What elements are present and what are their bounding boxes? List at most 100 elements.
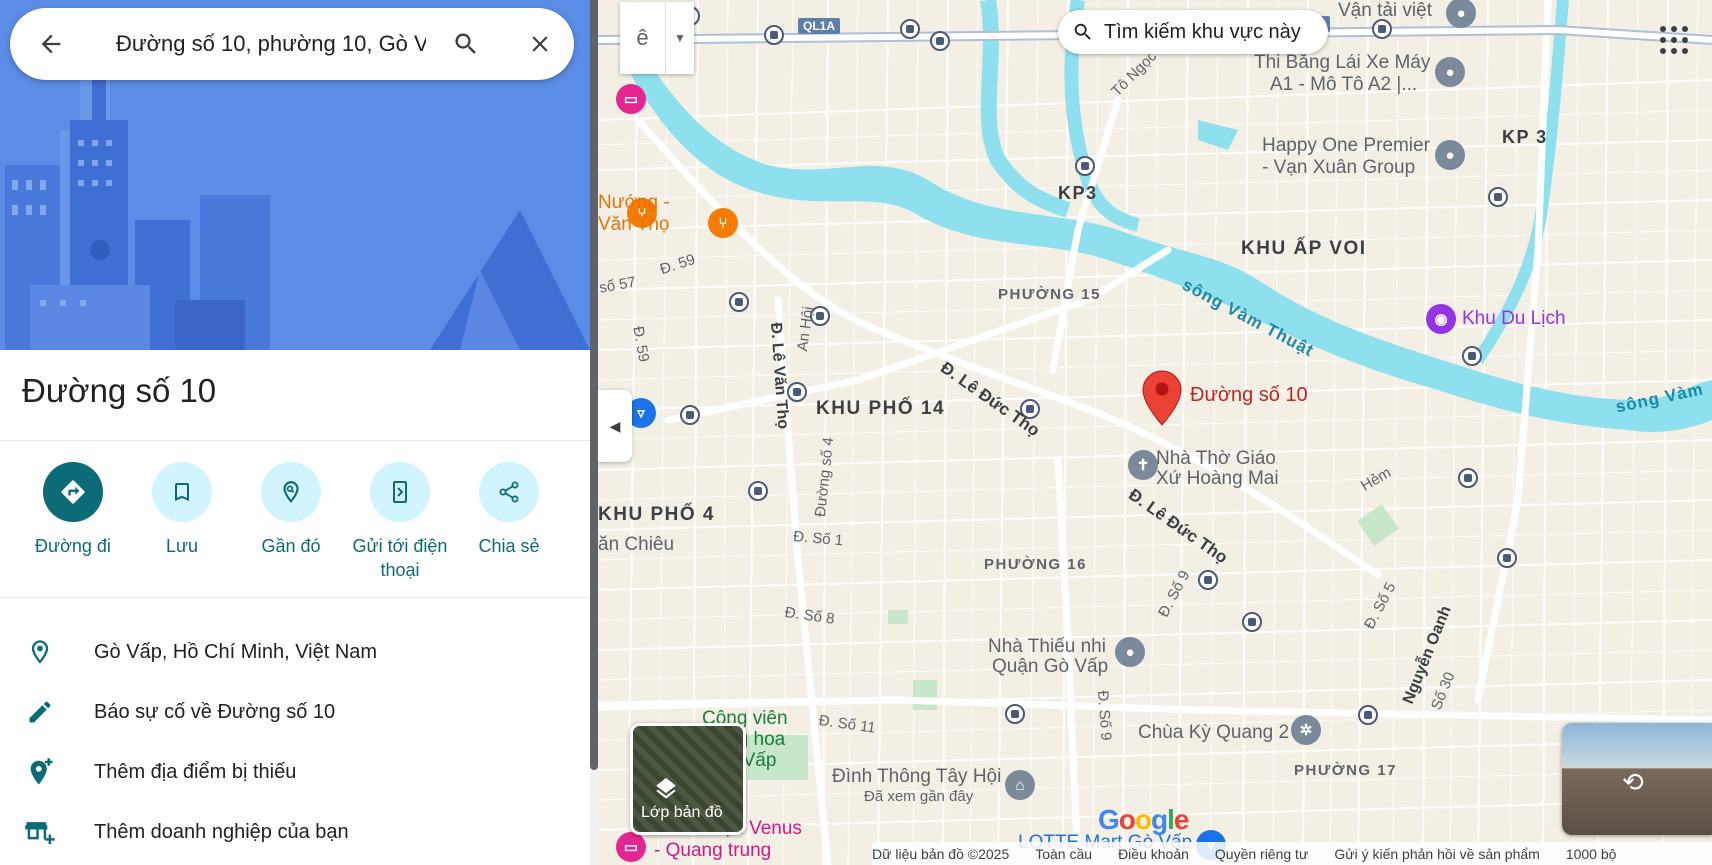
map-label: Nhà Thờ Giáo bbox=[1156, 448, 1276, 469]
send-to-phone-button[interactable]: Gửi tới điện thoại bbox=[345, 462, 455, 582]
add-business-row[interactable]: Thêm doanh nghiệp của bạn bbox=[0, 802, 590, 862]
map-label: ăn Chiêu bbox=[598, 534, 675, 555]
search-input[interactable] bbox=[116, 31, 426, 57]
bus-stop-icon[interactable] bbox=[748, 481, 768, 501]
directions-button[interactable]: Đường đi bbox=[18, 462, 128, 558]
nearby-icon bbox=[261, 462, 321, 522]
highway-shield: QL1A bbox=[798, 18, 841, 34]
scale-bar[interactable]: 1000 bộ bbox=[1566, 846, 1617, 862]
back-arrow-icon[interactable] bbox=[30, 23, 72, 65]
map-label: Chùa Kỳ Quang 2 bbox=[1138, 722, 1290, 743]
bus-stop-icon[interactable] bbox=[729, 292, 749, 312]
map-label: A1 - Mô Tô A2 |... bbox=[1270, 74, 1418, 95]
add-business-text: Thêm doanh nghiệp của bạn bbox=[94, 820, 349, 843]
bus-stop-icon[interactable] bbox=[930, 31, 950, 51]
bus-stop-icon[interactable] bbox=[1358, 705, 1378, 725]
map-label: Đã xem gần đây bbox=[864, 788, 974, 805]
search-icon bbox=[1074, 23, 1091, 40]
report-issue-text: Báo sự cố về Đường số 10 bbox=[94, 700, 336, 723]
bus-stop-icon[interactable] bbox=[1198, 570, 1218, 590]
google-maps-app: Đường số 10 Đường đi Lưu Gần đó Gửi tớ bbox=[0, 0, 1712, 865]
save-button[interactable]: Lưu bbox=[127, 462, 237, 558]
map-label: Happy One Premier bbox=[1262, 135, 1430, 156]
map-label: KP3 bbox=[1058, 183, 1098, 203]
add-missing-place-text: Thêm địa điểm bị thiếu bbox=[94, 760, 297, 783]
bus-stop-icon[interactable] bbox=[680, 405, 700, 425]
action-label: Chia sẻ bbox=[478, 536, 540, 556]
place-panel: Đường số 10 Đường đi Lưu Gần đó Gửi tớ bbox=[0, 0, 590, 865]
global-link[interactable]: Toàn cầu bbox=[1035, 846, 1092, 862]
map-label: Nướng - bbox=[598, 192, 670, 213]
landmark-icon[interactable]: ⌂ bbox=[1005, 770, 1035, 800]
map-label: Xứ Hoàng Mai bbox=[1156, 468, 1279, 489]
address-row[interactable]: Gò Vấp, Hồ Chí Minh, Việt Nam bbox=[0, 622, 590, 682]
layers-button[interactable]: Lớp bản đồ bbox=[630, 723, 746, 835]
bus-stop-icon[interactable] bbox=[1488, 187, 1508, 207]
layers-label: Lớp bản đồ bbox=[641, 804, 723, 821]
nearby-button[interactable]: Gần đó bbox=[236, 462, 346, 558]
privacy-link[interactable]: Quyền riêng tư bbox=[1215, 846, 1308, 862]
pin-marker-icon bbox=[1142, 370, 1182, 426]
close-icon[interactable] bbox=[518, 22, 562, 66]
place-title: Đường số 10 bbox=[22, 372, 217, 409]
chevron-left-icon: ◀ bbox=[609, 417, 621, 434]
tourist-attraction-icon[interactable]: ◉ bbox=[1426, 304, 1456, 334]
feedback-link[interactable]: Gửi ý kiến phản hồi về sản phẩm bbox=[1334, 846, 1540, 862]
map-label: PHƯỜNG 16 bbox=[984, 556, 1087, 573]
send-to-phone-icon bbox=[370, 462, 430, 522]
bus-stop-icon[interactable] bbox=[900, 19, 920, 39]
place-icon[interactable]: ● bbox=[1115, 637, 1145, 667]
bus-stop-icon[interactable] bbox=[1497, 548, 1517, 568]
map-canvas[interactable]: QL1A QL1A ▭ ⑂ ⑂ ▿ ✝ ● ✲ ⌂ ◉ ● bbox=[598, 0, 1712, 865]
directions-icon bbox=[43, 462, 103, 522]
scrollbar-thumb[interactable] bbox=[590, 0, 598, 770]
bus-stop-icon[interactable] bbox=[1458, 468, 1478, 488]
share-button[interactable]: Chia sẻ bbox=[454, 462, 564, 558]
temple-icon[interactable]: ✲ bbox=[1291, 715, 1321, 745]
divider bbox=[0, 597, 590, 598]
apps-grid-icon[interactable] bbox=[1654, 20, 1694, 60]
add-business-icon bbox=[0, 817, 80, 847]
search-box[interactable] bbox=[10, 8, 574, 80]
map-label: KHU PHỐ 4 bbox=[598, 504, 715, 525]
place-icon[interactable]: ● bbox=[1435, 57, 1465, 87]
report-issue-row[interactable]: Báo sự cố về Đường số 10 bbox=[0, 682, 590, 742]
hotel-icon[interactable]: ▭ bbox=[616, 832, 646, 862]
bus-stop-icon[interactable] bbox=[764, 25, 784, 45]
divider bbox=[0, 440, 590, 441]
search-icon[interactable] bbox=[444, 22, 488, 66]
tilt-button[interactable]: ê bbox=[620, 2, 666, 74]
map-label: KHU PHỐ 14 bbox=[816, 398, 946, 419]
map-data-credit: Dữ liệu bản đồ ©2025 bbox=[872, 845, 1010, 862]
map-label: - Quang trung bbox=[654, 840, 772, 861]
bus-stop-icon[interactable] bbox=[1372, 19, 1392, 39]
map-label: Nhà Thiếu nhi bbox=[988, 636, 1106, 657]
action-label: Lưu bbox=[165, 536, 199, 556]
search-this-area-button[interactable]: Tìm kiếm khu vực này bbox=[1058, 10, 1328, 54]
map-label: KHU ẤP VOI bbox=[1241, 238, 1367, 259]
map-label: Đình Thông Tây Hội bbox=[832, 766, 1002, 787]
church-icon[interactable]: ✝ bbox=[1128, 450, 1158, 480]
address-text: Gò Vấp, Hồ Chí Minh, Việt Nam bbox=[94, 640, 378, 663]
action-label: Đường đi bbox=[35, 536, 111, 556]
hotel-icon[interactable]: ▭ bbox=[616, 84, 646, 114]
map-label: Vận tải việt bbox=[1338, 0, 1432, 21]
bus-stop-icon[interactable] bbox=[1242, 612, 1262, 632]
location-pin-icon bbox=[0, 638, 80, 666]
selected-place-pin[interactable] bbox=[1142, 370, 1182, 431]
action-label: Gần đó bbox=[261, 536, 321, 556]
chevron-down-icon[interactable]: ▼ bbox=[666, 2, 694, 74]
place-icon[interactable]: ● bbox=[1435, 140, 1465, 170]
bus-stop-icon[interactable] bbox=[1462, 346, 1482, 366]
street-view-thumbnail[interactable]: ⟲ bbox=[1562, 723, 1712, 835]
bus-stop-icon[interactable] bbox=[787, 382, 807, 402]
bus-stop-icon[interactable] bbox=[1005, 704, 1025, 724]
add-missing-place-row[interactable]: Thêm địa điểm bị thiếu bbox=[0, 742, 590, 802]
tilt-control[interactable]: ê ▼ bbox=[620, 2, 694, 74]
bus-stop-icon[interactable] bbox=[1075, 156, 1095, 176]
panel-scrollbar[interactable] bbox=[590, 0, 598, 865]
action-label: Gửi tới điện thoại bbox=[352, 536, 448, 580]
collapse-panel-button[interactable]: ◀ bbox=[598, 390, 632, 462]
terms-link[interactable]: Điều khoản bbox=[1118, 846, 1189, 862]
restaurant-icon[interactable]: ⑂ bbox=[708, 208, 738, 238]
